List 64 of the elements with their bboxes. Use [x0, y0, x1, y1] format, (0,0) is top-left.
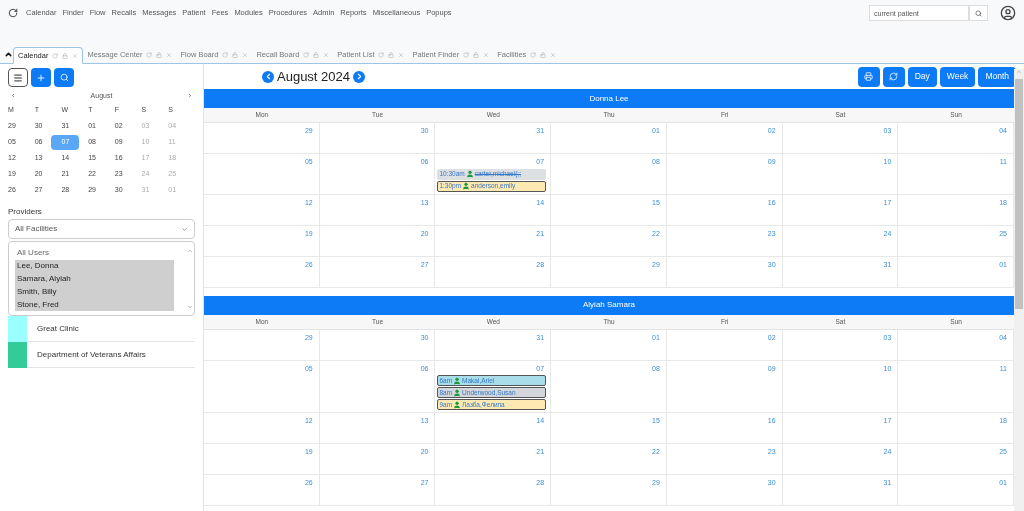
collapse-icon[interactable]	[4, 50, 13, 59]
lock-icon[interactable]	[156, 51, 163, 58]
refresh-icon	[889, 72, 899, 81]
close-icon[interactable]	[398, 51, 405, 58]
provider-option[interactable]: Stone, Fred	[15, 298, 174, 311]
search-button[interactable]	[969, 5, 988, 21]
scrollbar[interactable]	[186, 247, 194, 311]
view-button[interactable]: Week	[939, 66, 976, 87]
view-button[interactable]: Month	[978, 66, 1016, 87]
facility-name: Department of Veterans Affairs	[37, 348, 146, 361]
refresh-icon[interactable]	[146, 51, 153, 58]
refresh-icon[interactable]	[303, 51, 310, 58]
person-icon	[453, 388, 462, 397]
close-icon[interactable]	[483, 51, 490, 58]
person-icon	[462, 182, 471, 190]
user-icon[interactable]	[1000, 5, 1016, 21]
person-icon	[453, 376, 462, 385]
refresh-icon[interactable]	[530, 51, 537, 58]
lock-icon[interactable]	[540, 51, 547, 58]
search-icon	[975, 9, 982, 17]
search-icon	[59, 73, 69, 82]
scroll-up-icon[interactable]	[187, 248, 193, 254]
person-icon	[465, 170, 474, 178]
scrollbar-thumb[interactable]	[1015, 79, 1023, 309]
close-icon[interactable]	[550, 51, 557, 58]
scroll-up-icon[interactable]	[1016, 69, 1022, 75]
refresh-button[interactable]	[882, 66, 905, 87]
close-icon[interactable]	[323, 51, 330, 58]
provider-header: Donna Lee	[204, 89, 1014, 108]
facility-name: Great Clinic	[37, 322, 79, 335]
previous-month-button[interactable]	[262, 70, 274, 83]
lock-icon[interactable]	[232, 51, 239, 58]
refresh-icon[interactable]	[222, 51, 229, 58]
calendar-title: August 2024	[277, 67, 350, 86]
search-button[interactable]	[54, 68, 74, 87]
provider-listbox[interactable]: All Users Lee, Donna Samara, Alyiah Smith, Billy Stone, Fred	[8, 241, 195, 316]
providers-label: Providers	[8, 206, 43, 218]
menu-button[interactable]	[8, 68, 28, 87]
provider-option[interactable]: Lee, Donna	[15, 259, 174, 273]
printer-icon	[864, 72, 874, 81]
menu-icon	[13, 72, 23, 83]
provider-header: Alyiah Samara	[204, 295, 1014, 315]
provider-option[interactable]: Smith, Billy	[15, 285, 174, 299]
lock-icon[interactable]	[388, 51, 395, 58]
lock-icon[interactable]	[62, 52, 69, 59]
provider-option[interactable]: All Users	[15, 247, 174, 260]
close-icon[interactable]	[72, 52, 79, 59]
logo-icon[interactable]	[8, 8, 18, 18]
refresh-icon[interactable]	[463, 51, 470, 58]
view-button[interactable]: Day	[907, 66, 937, 87]
close-icon[interactable]	[242, 51, 249, 58]
print-button[interactable]	[857, 66, 880, 87]
lock-icon[interactable]	[473, 51, 480, 58]
close-icon[interactable]	[166, 51, 173, 58]
chevron-down-icon	[181, 225, 188, 233]
refresh-icon[interactable]	[52, 52, 59, 59]
plus-icon	[36, 72, 46, 83]
person-icon	[453, 400, 462, 409]
next-month-button[interactable]	[353, 70, 365, 83]
lock-icon[interactable]	[313, 51, 320, 58]
scrollbar[interactable]	[1014, 69, 1024, 511]
refresh-icon[interactable]	[378, 51, 385, 58]
facility-select[interactable]: All Facilities	[8, 219, 195, 239]
scroll-down-icon[interactable]	[187, 304, 193, 310]
